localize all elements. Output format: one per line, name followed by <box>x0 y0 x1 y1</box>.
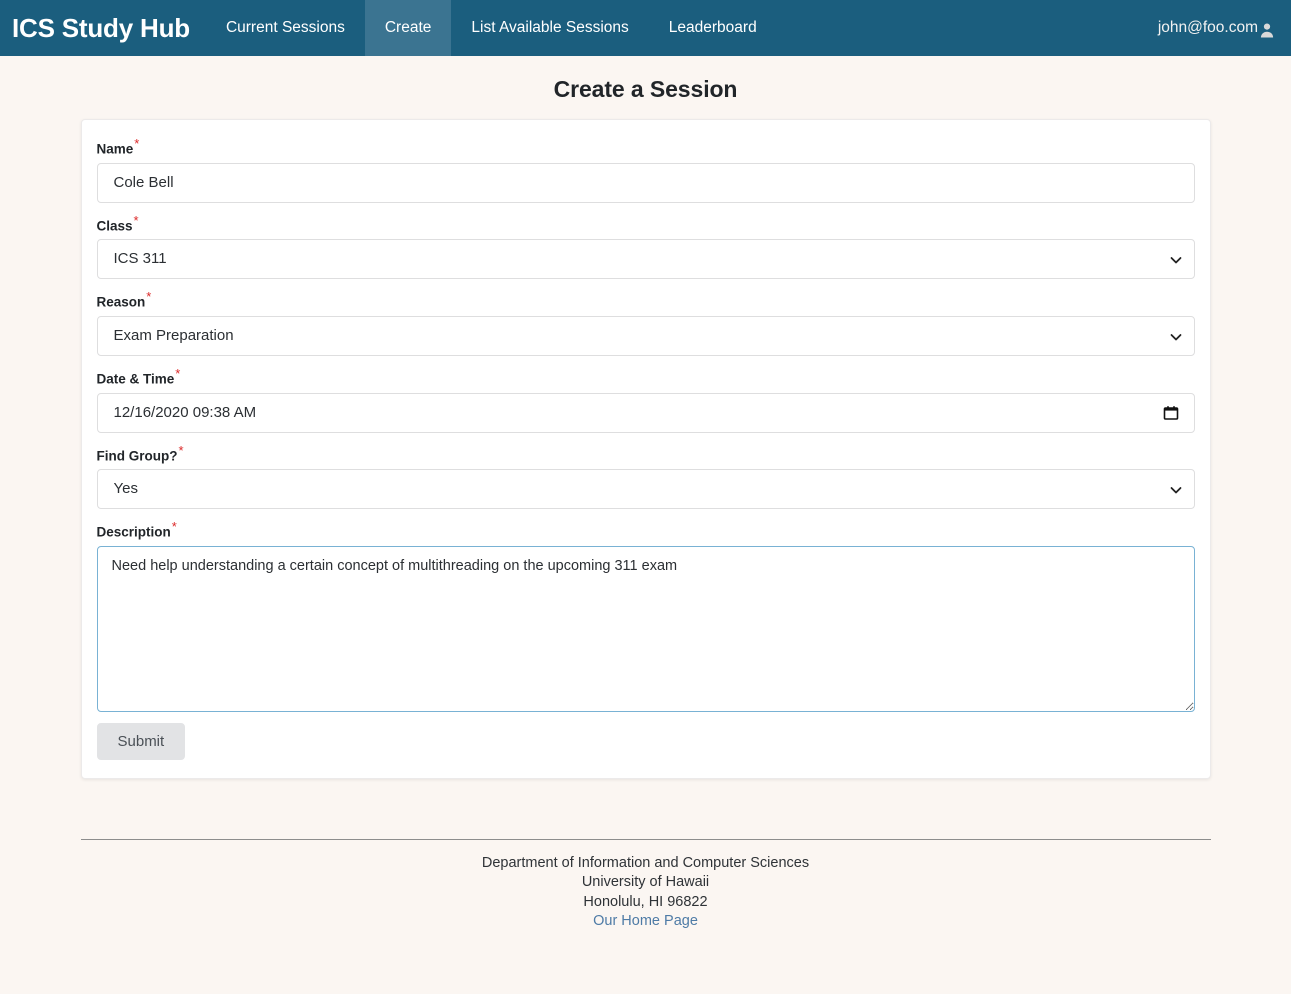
user-menu[interactable]: john@foo.com <box>1158 0 1291 56</box>
nav-items: Current Sessions Create List Available S… <box>206 0 777 56</box>
nav-item-current-sessions[interactable]: Current Sessions <box>206 0 365 56</box>
nav-item-list-available-sessions[interactable]: List Available Sessions <box>451 0 648 56</box>
datetime-input-wrapper <box>96 392 1195 433</box>
description-textarea[interactable]: Need help understanding a certain concep… <box>96 546 1195 713</box>
required-asterisk: * <box>146 289 152 305</box>
footer-address: Honolulu, HI 96822 <box>583 893 708 910</box>
footer-home-page-link[interactable]: Our Home Page <box>593 912 698 931</box>
label-name-text: Name <box>96 141 134 157</box>
reason-select-wrapper: Exam Preparation <box>96 316 1195 357</box>
required-asterisk: * <box>175 366 181 382</box>
required-asterisk: * <box>133 212 139 228</box>
reason-select[interactable]: Exam Preparation <box>96 316 1195 357</box>
class-select-wrapper: ICS 311 <box>96 239 1195 280</box>
form-card-wrapper: Name* Class* ICS 311 R <box>80 119 1211 780</box>
label-name: Name* <box>97 136 1195 158</box>
field-reason: Reason* Exam Preparation <box>96 289 1195 357</box>
field-name: Name* <box>96 136 1195 203</box>
label-class: Class* <box>97 213 1195 235</box>
find-group-select-wrapper: Yes <box>96 469 1195 510</box>
brand-logo[interactable]: ICS Study Hub <box>0 0 206 56</box>
class-select[interactable]: ICS 311 <box>96 239 1195 280</box>
submit-row: Submit <box>96 723 1195 761</box>
footer-department: Department of Information and Computer S… <box>481 855 810 872</box>
find-group-select[interactable]: Yes <box>96 469 1195 510</box>
required-asterisk: * <box>134 136 140 151</box>
datetime-input[interactable] <box>96 392 1195 433</box>
field-description: Description* Need help understanding a c… <box>96 519 1195 713</box>
calendar-icon[interactable] <box>1163 405 1179 421</box>
label-reason: Reason* <box>97 289 1195 311</box>
label-reason-text: Reason <box>96 294 146 310</box>
nav-item-leaderboard[interactable]: Leaderboard <box>649 0 777 56</box>
field-datetime: Date & Time* <box>96 366 1195 433</box>
name-input[interactable] <box>96 162 1195 203</box>
label-class-text: Class <box>96 218 133 234</box>
label-datetime-text: Date & Time <box>96 371 175 387</box>
label-description: Description* <box>97 519 1195 541</box>
user-icon <box>1259 22 1275 38</box>
required-asterisk: * <box>178 442 184 458</box>
create-session-card: Name* Class* ICS 311 R <box>80 119 1211 780</box>
submit-button[interactable]: Submit <box>96 723 186 761</box>
footer-university: University of Hawaii <box>581 874 710 891</box>
user-email-label: john@foo.com <box>1157 19 1258 36</box>
label-datetime: Date & Time* <box>97 366 1195 388</box>
page-footer: Department of Information and Computer S… <box>80 839 1211 931</box>
field-find-group: Find Group?* Yes <box>96 443 1195 510</box>
top-navbar: ICS Study Hub Current Sessions Create Li… <box>0 0 1291 56</box>
label-find-group: Find Group?* <box>97 443 1195 465</box>
nav-item-create[interactable]: Create <box>364 0 452 56</box>
page-title: Create a Session <box>553 76 738 102</box>
field-class: Class* ICS 311 <box>96 213 1195 280</box>
required-asterisk: * <box>171 519 177 535</box>
label-find-group-text: Find Group? <box>96 448 178 464</box>
label-description-text: Description <box>96 524 171 540</box>
